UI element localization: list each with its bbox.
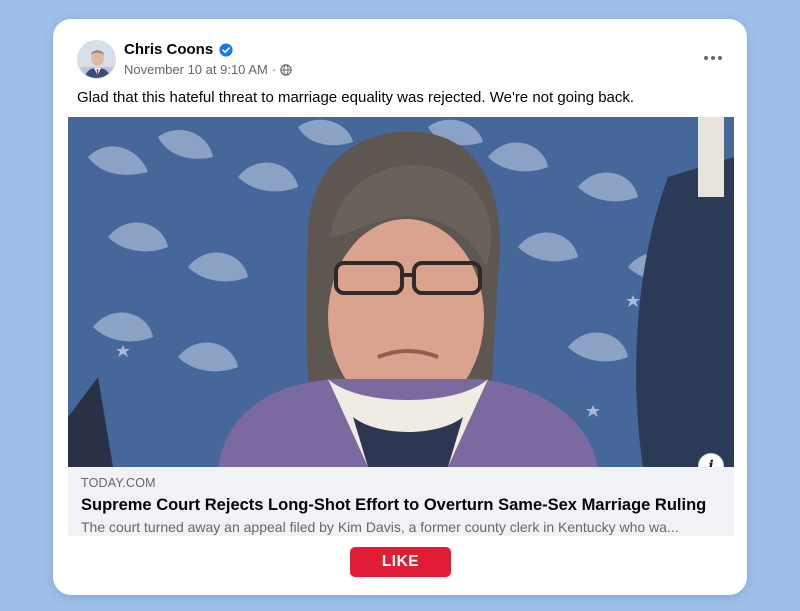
globe-icon[interactable] (280, 63, 292, 76)
post-card: Chris Coons November 10 at 9:10 AM · Gla… (53, 19, 747, 595)
link-meta: TODAY.COM Supreme Court Rejects Long-Sho… (68, 467, 734, 536)
post-meta: November 10 at 9:10 AM · (124, 62, 292, 77)
article-photo[interactable] (68, 117, 734, 467)
link-description: The court turned away an appeal filed by… (81, 519, 679, 535)
like-button[interactable]: LIKE (350, 547, 451, 577)
post-timestamp[interactable]: November 10 at 9:10 AM (124, 62, 268, 77)
link-preview[interactable]: i TODAY.COM Supreme Court Rejects Long-S… (68, 117, 734, 536)
more-options-icon[interactable] (703, 48, 723, 68)
author-row: Chris Coons (124, 41, 233, 58)
meta-separator: · (271, 62, 277, 77)
link-domain: TODAY.COM (81, 476, 156, 490)
post-text: Glad that this hateful threat to marriag… (77, 89, 635, 106)
author-name[interactable]: Chris Coons (124, 41, 213, 58)
avatar[interactable] (77, 40, 116, 79)
link-headline[interactable]: Supreme Court Rejects Long-Shot Effort t… (81, 494, 721, 516)
avatar-image (78, 41, 115, 78)
verified-badge-icon (219, 42, 233, 57)
post-header: Chris Coons November 10 at 9:10 AM · (77, 40, 723, 80)
